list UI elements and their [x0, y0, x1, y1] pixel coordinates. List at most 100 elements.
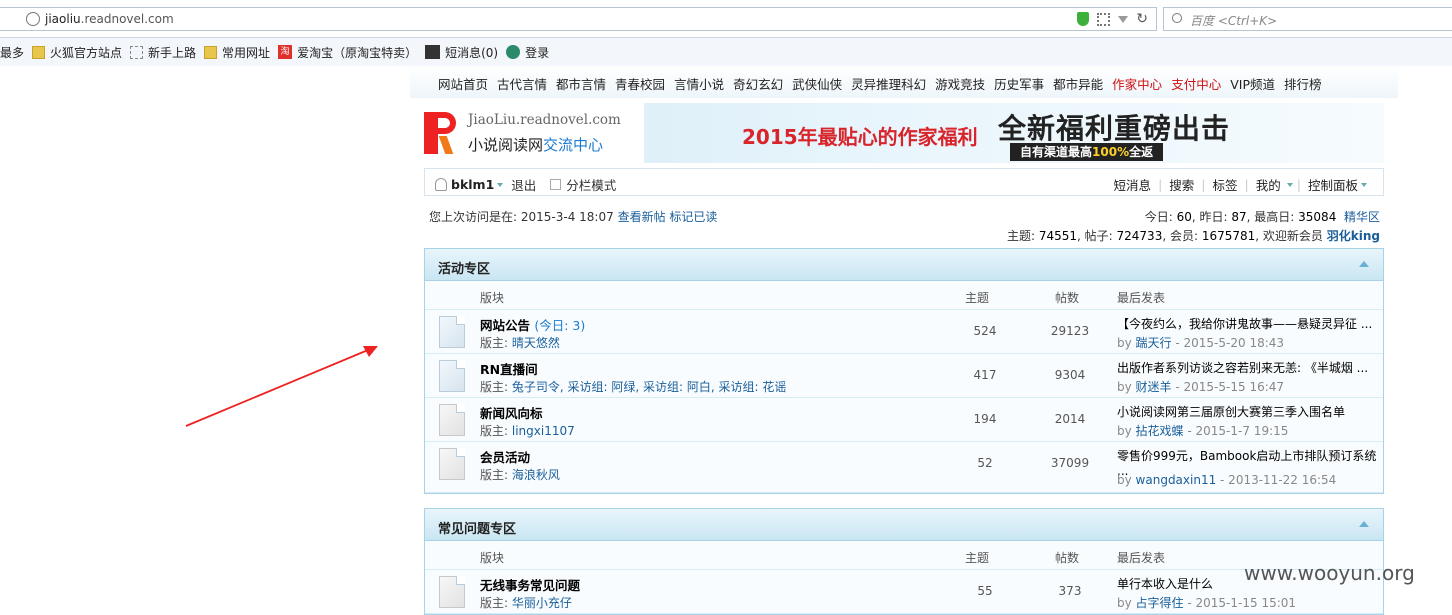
forum-name[interactable]: 新闻风向标 — [480, 403, 543, 422]
nav-link[interactable]: 古代言情 — [497, 74, 547, 93]
chevron-down-icon[interactable] — [1361, 182, 1367, 187]
search-link[interactable]: 搜索 — [1169, 175, 1194, 194]
folder-icon — [32, 45, 46, 59]
username-link[interactable]: bklm1 — [451, 177, 494, 192]
nav-link[interactable]: 排行榜 — [1284, 74, 1322, 93]
collapse-icon[interactable] — [1359, 261, 1369, 267]
last-post-author: by wangdaxin11 - 2013-11-22 16:54 — [1117, 473, 1337, 487]
last-post-author: by 拈花戏蝶 - 2015-1-7 19:15 — [1117, 424, 1289, 438]
col-forum: 版块 — [480, 551, 505, 565]
promo-banner[interactable]: 2015年最贴心的作家福利 全新福利重磅出击 自有渠道最高100%全返 — [644, 103, 1384, 163]
folder-icon — [204, 45, 218, 59]
col-posts: 帖数 — [1055, 291, 1080, 305]
last-post-title[interactable]: 【今夜约么，我给你讲鬼故事——悬疑灵异征 ... — [1117, 315, 1379, 332]
nav-link[interactable]: 青春校园 — [615, 74, 665, 93]
message-icon — [425, 45, 441, 59]
dropdown-icon[interactable] — [1118, 15, 1129, 23]
forum-moderators: 版主: 华丽小充仔 — [480, 596, 572, 610]
search-bar[interactable]: 百度 <Ctrl+K> — [1163, 7, 1452, 31]
forum-row: 无线事务常见问题 版主: 华丽小充仔 55 373 单行本收入是什么 by 占字得住 -… — [425, 570, 1383, 614]
last-post-title[interactable]: 小说阅读网第三届原创大赛第三季入围名单 — [1117, 403, 1379, 420]
bookmark-messages[interactable]: 短消息(0) — [425, 44, 498, 61]
post-count: 373 — [1058, 584, 1082, 598]
nav-link[interactable]: 都市言情 — [556, 74, 606, 93]
nav-link[interactable]: 网站首页 — [438, 74, 488, 93]
section-title[interactable]: 常见问题专区 — [438, 518, 516, 537]
user-bar: bklm1 退出 分栏模式 短消息 | 搜索 | 标签 | 我的 | 控制面板 — [424, 168, 1384, 196]
forum-name[interactable]: 无线事务常见问题 — [480, 575, 580, 594]
control-panel-link[interactable]: 控制面板 — [1308, 175, 1358, 194]
collapse-icon[interactable] — [1359, 521, 1369, 527]
forum-section: 活动专区 版块 主题 帖数 最后发表 网站公告 (今日: 3) 版主: 晴天悠然 524 291… — [424, 248, 1384, 494]
nav-link[interactable]: 奇幻玄幻 — [733, 74, 783, 93]
last-post-author: by 踹天行 - 2015-5-20 18:43 — [1117, 336, 1285, 350]
last-post-author: by 占字得住 - 2015-1-15 15:01 — [1117, 596, 1297, 610]
nav-link[interactable]: 言情小说 — [674, 74, 724, 93]
bookmark-most-visited[interactable]: 最多 — [0, 44, 24, 61]
post-count: 9304 — [1054, 368, 1086, 382]
newest-member-link[interactable]: 羽化king — [1327, 229, 1380, 243]
reload-icon[interactable]: ↻ — [1136, 12, 1148, 26]
forum-moderators: 版主: 晴天悠然 — [480, 336, 560, 350]
forum-icon — [439, 316, 465, 348]
logo-domain: JiaoLiu.readnovel.com — [468, 112, 621, 128]
last-post-author: by 财迷羊 - 2015-5-15 16:47 — [1117, 380, 1285, 394]
url-bar[interactable]: jiaoliu.readnovel.com ↻ — [0, 7, 1157, 31]
shield-icon[interactable] — [1077, 12, 1090, 26]
bookmark-getting-started[interactable]: 新手上路 — [130, 44, 196, 61]
last-post-title[interactable]: 出版作者系列访谈之容若别来无恙: 《半城烟 ... — [1117, 359, 1379, 376]
thread-count: 194 — [973, 412, 997, 426]
section-header[interactable]: 活动专区 — [425, 249, 1383, 281]
forum-moderators: 版主: lingxi1107 — [480, 424, 575, 438]
site-logo[interactable]: JiaoLiu.readnovel.com 小说阅读网交流中心 — [424, 102, 644, 162]
col-threads: 主题 — [965, 551, 990, 565]
tags-link[interactable]: 标签 — [1213, 175, 1238, 194]
split-mode-checkbox[interactable] — [550, 179, 562, 190]
logout-link[interactable]: 退出 — [511, 175, 536, 194]
chevron-down-icon[interactable] — [497, 182, 504, 187]
forum-name[interactable]: 网站公告 (今日: 3) — [480, 315, 585, 334]
banner-big-text: 全新福利重磅出击 — [998, 112, 1231, 145]
column-headers: 版块 主题 帖数 最后发表 — [425, 541, 1383, 570]
logo-mark-icon — [424, 112, 462, 154]
my-link[interactable]: 我的 — [1256, 175, 1281, 194]
mark-read-link[interactable]: 标记已读 — [669, 210, 717, 224]
section-title[interactable]: 活动专区 — [438, 258, 490, 277]
digest-link[interactable]: 精华区 — [1344, 210, 1380, 224]
qr-code-icon[interactable] — [1097, 12, 1111, 26]
bookmark-common-sites[interactable]: 常用网址 — [204, 44, 270, 61]
forum-name[interactable]: 会员活动 — [480, 447, 530, 466]
nav-link[interactable]: 都市异能 — [1053, 74, 1103, 93]
nav-link[interactable]: VIP频道 — [1230, 74, 1275, 93]
messages-link[interactable]: 短消息 — [1114, 175, 1152, 194]
forum-name[interactable]: RN直播间 — [480, 359, 538, 378]
nav-link[interactable]: 历史军事 — [994, 74, 1044, 93]
nav-link[interactable]: 游戏竞技 — [935, 74, 985, 93]
globe-icon — [26, 12, 40, 26]
banner-headline: 2015年最贴心的作家福利 — [742, 125, 978, 149]
forum-moderators: 版主: 兔子司令, 采访组: 阿绿, 采访组: 阿白, 采访组: 花谣 — [480, 380, 787, 394]
col-posts: 帖数 — [1055, 551, 1080, 565]
split-mode-label[interactable]: 分栏模式 — [566, 175, 616, 194]
section-header[interactable]: 常见问题专区 — [425, 509, 1383, 541]
post-count: 2014 — [1054, 412, 1086, 426]
nav-link[interactable]: 武侠仙侠 — [792, 74, 842, 93]
forum-row: 网站公告 (今日: 3) 版主: 晴天悠然 524 29123 【今夜约么，我给你讲鬼故… — [425, 310, 1383, 354]
url-text[interactable]: jiaoliu.readnovel.com — [45, 12, 174, 26]
thread-count: 52 — [977, 456, 993, 470]
thread-count: 417 — [973, 368, 997, 382]
bookmark-login[interactable]: 登录 — [506, 44, 549, 61]
nav-link[interactable]: 支付中心 — [1171, 74, 1221, 93]
chevron-down-icon[interactable] — [1286, 182, 1293, 187]
browser-toolbar: jiaoliu.readnovel.com ↻ 百度 <Ctrl+K> — [0, 0, 1452, 38]
search-placeholder[interactable]: 百度 <Ctrl+K> — [1190, 12, 1277, 29]
forum-icon — [439, 404, 465, 436]
view-new-posts-link[interactable]: 查看新帖 — [618, 210, 666, 224]
page-icon — [130, 45, 144, 59]
bookmark-taobao[interactable]: 淘爱淘宝（原淘宝特卖） — [278, 44, 417, 61]
bookmark-firefox-site[interactable]: 火狐官方站点 — [32, 44, 122, 61]
forum-row: RN直播间 版主: 兔子司令, 采访组: 阿绿, 采访组: 阿白, 采访组: 花… — [425, 354, 1383, 398]
forum-icon — [439, 360, 465, 392]
nav-link[interactable]: 灵异推理科幻 — [851, 74, 926, 93]
nav-link[interactable]: 作家中心 — [1112, 74, 1162, 93]
